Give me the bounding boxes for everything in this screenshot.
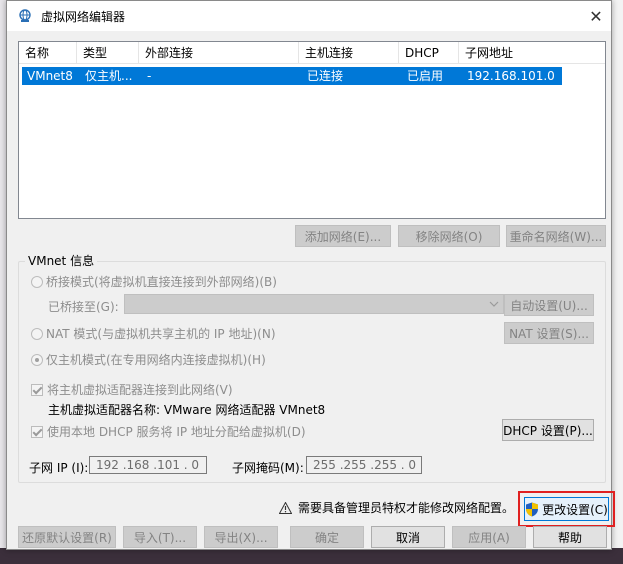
cell-dhcp: 已启用 bbox=[407, 69, 444, 83]
warning-icon bbox=[279, 501, 292, 514]
help-button[interactable]: 帮助 bbox=[533, 526, 607, 548]
radio-circle bbox=[31, 275, 43, 288]
column-header-subnet[interactable]: 子网地址 bbox=[459, 42, 559, 64]
network-list[interactable]: 名称 类型 外部连接 主机连接 DHCP 子网地址 VMnet8 仅主机... … bbox=[18, 41, 606, 219]
connect-adapter-label: 将主机虚拟适配器连接到此网络(V) bbox=[47, 383, 233, 397]
virtual-network-editor-dialog: 虚拟网络编辑器 ✕ 名称 类型 外部连接 主机连接 DHCP 子网地址 VMne… bbox=[6, 0, 615, 550]
connect-adapter-checkbox[interactable]: 将主机虚拟适配器连接到此网络(V) bbox=[31, 381, 233, 398]
admin-notice-text: 需要具备管理员特权才能修改网络配置。 bbox=[298, 501, 515, 515]
cell-name: VMnet8 bbox=[27, 69, 73, 83]
table-row[interactable]: VMnet8 仅主机... - 已连接 已启用 192.168.101.0 bbox=[22, 67, 562, 85]
radio-circle bbox=[31, 327, 43, 340]
cell-external: - bbox=[147, 69, 152, 83]
window-title: 虚拟网络编辑器 bbox=[41, 9, 126, 24]
dhcp-settings-button[interactable]: DHCP 设置(P)... bbox=[502, 419, 594, 441]
column-header-name[interactable]: 名称 bbox=[19, 42, 77, 64]
remove-network-button[interactable]: 移除网络(O) bbox=[398, 225, 500, 247]
change-settings-label: 更改设置(C) bbox=[542, 502, 608, 517]
host-only-mode-radio[interactable]: 仅主机模式(在专用网络内连接虚拟机)(H) bbox=[31, 351, 266, 368]
title-bar: 虚拟网络编辑器 ✕ bbox=[7, 1, 611, 31]
chevron-down-icon bbox=[489, 298, 499, 310]
column-header-type[interactable]: 类型 bbox=[77, 42, 139, 64]
add-network-button[interactable]: 添加网络(E)... bbox=[295, 225, 391, 247]
nat-mode-label: NAT 模式(与虚拟机共享主机的 IP 地址)(N) bbox=[46, 327, 276, 341]
bridged-to-select[interactable] bbox=[124, 294, 504, 314]
column-header-external[interactable]: 外部连接 bbox=[139, 42, 299, 64]
radio-circle-selected bbox=[31, 353, 43, 366]
checkbox-checked bbox=[31, 383, 43, 396]
subnet-mask-input[interactable]: 255 .255 .255 . 0 bbox=[306, 456, 422, 474]
network-globe-icon bbox=[17, 8, 33, 24]
column-header-host[interactable]: 主机连接 bbox=[299, 42, 399, 64]
export-button[interactable]: 导出(X)... bbox=[204, 526, 278, 548]
cell-host: 已连接 bbox=[307, 69, 344, 83]
background-window-right bbox=[612, 0, 623, 564]
use-dhcp-label: 使用本地 DHCP 服务将 IP 地址分配给虚拟机(D) bbox=[47, 425, 306, 439]
change-settings-button[interactable]: 更改设置(C) bbox=[524, 497, 609, 521]
admin-notice: 需要具备管理员特权才能修改网络配置。 bbox=[279, 499, 514, 516]
bridged-to-label: 已桥接至(G): bbox=[48, 300, 119, 314]
subnet-mask-label: 子网掩码(M): bbox=[232, 461, 304, 475]
background-taskbar-strip bbox=[0, 548, 623, 564]
nat-mode-radio[interactable]: NAT 模式(与虚拟机共享主机的 IP 地址)(N) bbox=[31, 325, 276, 342]
subnet-ip-label: 子网 IP (I): bbox=[29, 461, 89, 475]
close-icon: ✕ bbox=[589, 6, 603, 26]
bridge-mode-label: 桥接模式(将虚拟机直接连接到外部网络)(B) bbox=[46, 275, 277, 289]
subnet-ip-input[interactable]: 192 .168 .101 . 0 bbox=[89, 456, 207, 474]
auto-settings-button[interactable]: 自动设置(U)... bbox=[504, 294, 594, 316]
cell-type: 仅主机... bbox=[85, 69, 133, 83]
ok-button[interactable]: 确定 bbox=[290, 526, 364, 548]
nat-settings-button[interactable]: NAT 设置(S)... bbox=[504, 322, 594, 344]
restore-defaults-button[interactable]: 还原默认设置(R) bbox=[18, 526, 116, 548]
cell-subnet: 192.168.101.0 bbox=[467, 69, 555, 83]
vmnet-info-label: VMnet 信息 bbox=[25, 252, 98, 269]
checkbox-checked bbox=[31, 425, 43, 438]
apply-button[interactable]: 应用(A) bbox=[452, 526, 526, 548]
bridge-mode-radio[interactable]: 桥接模式(将虚拟机直接连接到外部网络)(B) bbox=[31, 273, 277, 290]
column-header-dhcp[interactable]: DHCP bbox=[399, 42, 459, 64]
use-dhcp-checkbox[interactable]: 使用本地 DHCP 服务将 IP 地址分配给虚拟机(D) bbox=[31, 423, 306, 440]
cancel-button[interactable]: 取消 bbox=[371, 526, 445, 548]
import-button[interactable]: 导入(T)... bbox=[123, 526, 197, 548]
close-button[interactable]: ✕ bbox=[581, 1, 611, 31]
adapter-name-text: 主机虚拟适配器名称: VMware 网络适配器 VMnet8 bbox=[48, 403, 326, 417]
network-list-header: 名称 类型 外部连接 主机连接 DHCP 子网地址 bbox=[19, 42, 605, 64]
uac-shield-icon bbox=[525, 502, 539, 517]
rename-network-button[interactable]: 重命名网络(W)... bbox=[506, 225, 606, 247]
host-only-mode-label: 仅主机模式(在专用网络内连接虚拟机)(H) bbox=[46, 353, 266, 367]
